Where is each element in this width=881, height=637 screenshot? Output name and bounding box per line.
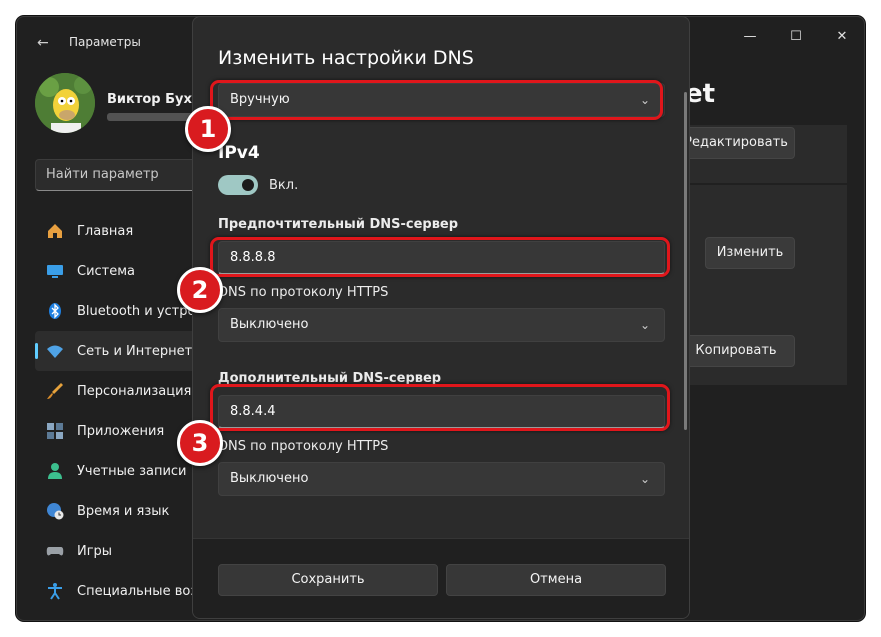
person-icon [45, 461, 65, 481]
home-icon [45, 221, 65, 241]
https-label-1: DNS по протоколу HTTPS [218, 285, 389, 300]
https-dropdown-2[interactable]: Выключено ⌄ [218, 462, 665, 496]
sidebar-item-label: Приложения [77, 423, 165, 439]
sidebar-item-label: Система [77, 263, 136, 279]
ipv4-heading: IPv4 [218, 143, 260, 163]
gamepad-icon [45, 541, 65, 561]
sidebar-item-home[interactable]: Главная [35, 211, 215, 251]
wifi-icon [45, 341, 65, 361]
cancel-button[interactable]: Отмена [446, 564, 666, 596]
step-badge-1: 1 [185, 106, 231, 152]
dns-mode-value: Вручную [230, 92, 290, 107]
sidebar-item-label: Сеть и Интернет [77, 343, 193, 359]
step-badge-3: 3 [177, 420, 223, 466]
dns-settings-dialog: Изменить настройки DNS Вручную ⌄ IPv4 Вк… [192, 16, 690, 619]
sidebar-item-label: Главная [77, 223, 134, 239]
sidebar-item-label: Специальные воз [77, 583, 198, 599]
back-arrow-icon[interactable]: ← [37, 35, 49, 51]
apps-icon [45, 421, 65, 441]
minimize-icon[interactable]: — [734, 25, 766, 49]
globe-clock-icon [45, 501, 65, 521]
brush-icon [45, 381, 65, 401]
sidebar-item-label: Игры [77, 543, 113, 559]
sidebar-item-personalization[interactable]: Персонализация [35, 371, 215, 411]
preferred-dns-label: Предпочтительный DNS-сервер [218, 217, 459, 232]
screenshot-canvas: ← Параметры — ☐ ✕ Виктор Бухте Найти пар… [0, 0, 881, 637]
sidebar-item-label: Персонализация [77, 383, 192, 399]
bluetooth-icon [45, 301, 65, 321]
toggle-knob [242, 179, 254, 191]
avatar[interactable] [35, 73, 95, 133]
chevron-down-icon: ⌄ [639, 318, 650, 332]
sidebar-item-label: Bluetooth и устро [77, 303, 196, 319]
save-button[interactable]: Сохранить [218, 564, 438, 596]
monitor-icon [45, 261, 65, 281]
change-button[interactable]: Изменить [705, 237, 795, 269]
dialog-scrollbar[interactable] [684, 92, 687, 430]
dns-mode-dropdown[interactable]: Вручную ⌄ [218, 83, 665, 117]
alternate-dns-input[interactable]: 8.8.4.4 [218, 395, 665, 429]
user-email-blurred [107, 113, 197, 121]
edit-button[interactable]: Редактировать [677, 127, 795, 159]
toggle-label: Вкл. [269, 178, 299, 193]
preferred-dns-input[interactable]: 8.8.8.8 [218, 241, 665, 275]
https-label-2: DNS по протоколу HTTPS [218, 439, 389, 454]
dialog-title: Изменить настройки DNS [218, 47, 474, 69]
copy-button[interactable]: Копировать [677, 335, 795, 367]
https-value-2: Выключено [230, 471, 309, 486]
sidebar-item-label: Учетные записи [77, 463, 187, 479]
chevron-down-icon: ⌄ [639, 472, 650, 486]
chevron-down-icon: ⌄ [639, 93, 650, 107]
sidebar-item-gaming[interactable]: Игры [35, 531, 215, 571]
dialog-footer: Сохранить Отмена [193, 538, 689, 618]
ipv4-toggle[interactable] [218, 175, 258, 195]
search-input[interactable]: Найти параметр [35, 159, 215, 191]
step-badge-2: 2 [177, 267, 223, 313]
app-title: Параметры [69, 35, 141, 49]
sidebar-item-network[interactable]: Сеть и Интернет [35, 331, 215, 371]
https-dropdown-1[interactable]: Выключено ⌄ [218, 308, 665, 342]
maximize-icon[interactable]: ☐ [780, 25, 812, 49]
https-value-1: Выключено [230, 317, 309, 332]
close-icon[interactable]: ✕ [826, 25, 858, 49]
sidebar-item-accessibility[interactable]: Специальные воз [35, 571, 215, 611]
sidebar-item-time-language[interactable]: Время и язык [35, 491, 215, 531]
accessibility-icon [45, 581, 65, 601]
sidebar-item-label: Время и язык [77, 503, 170, 519]
alternate-dns-label: Дополнительный DNS-сервер [218, 371, 442, 386]
